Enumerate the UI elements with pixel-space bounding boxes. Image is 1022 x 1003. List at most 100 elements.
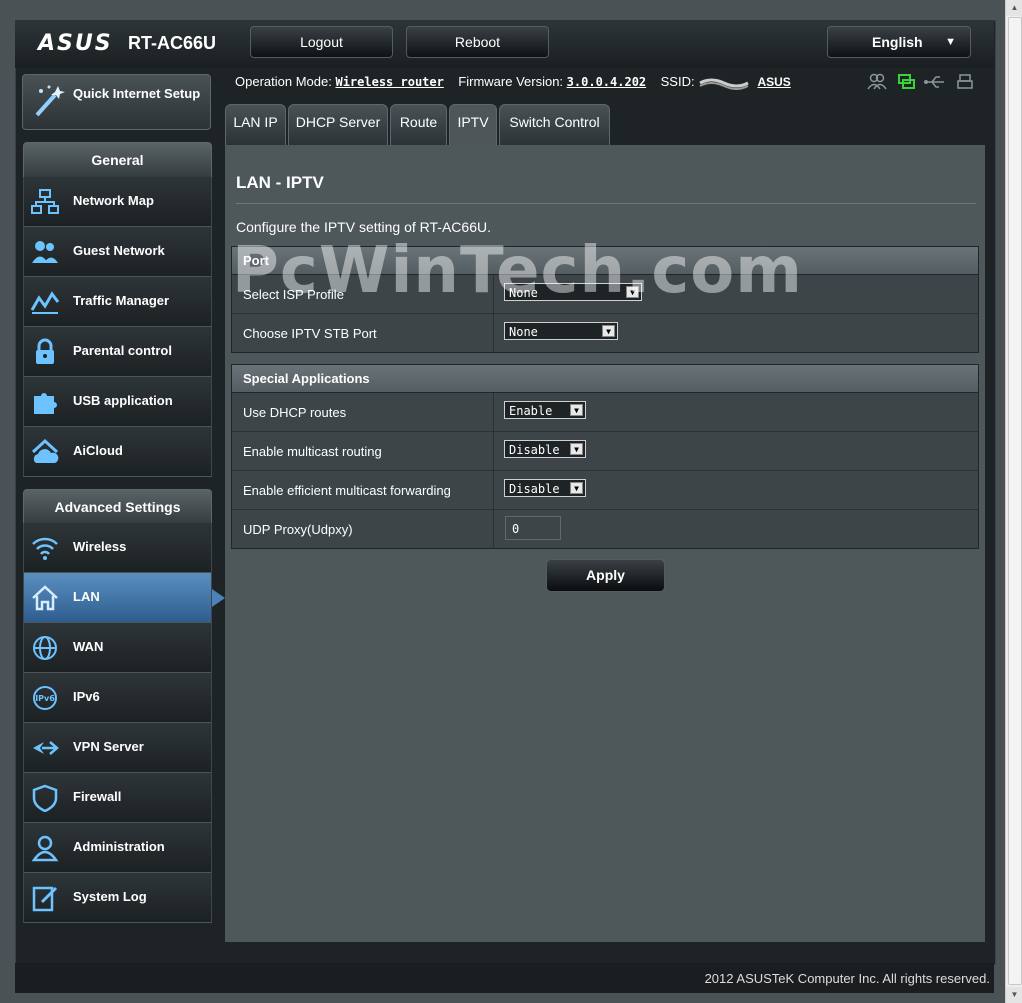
column-divider (493, 510, 494, 548)
sidebar-item-usb-application[interactable]: USB application (23, 377, 212, 427)
ssid-link[interactable]: ASUS (757, 75, 790, 89)
row-label: Enable multicast routing (243, 444, 382, 459)
column-divider (493, 393, 494, 431)
row-label: Choose IPTV STB Port (243, 326, 377, 341)
tab-route[interactable]: Route (390, 104, 447, 145)
select-value: Disable (509, 482, 560, 496)
special-applications-table: Special Applications Use DHCP routes Ena… (231, 364, 979, 549)
sidebar-item-lan[interactable]: LAN (23, 573, 225, 623)
magic-wand-icon (35, 85, 65, 117)
page-description: Configure the IPTV setting of RT-AC66U. (236, 219, 491, 235)
sidebar-item-system-log[interactable]: System Log (23, 873, 212, 923)
sidebar-item-network-map[interactable]: Network Map (23, 177, 212, 227)
chevron-down-icon: ▼ (945, 36, 956, 48)
sidebar-item-label: Administration (73, 839, 165, 854)
sidebar-item-label: USB application (73, 393, 173, 408)
column-divider (493, 471, 494, 509)
cloud-icon (31, 438, 59, 463)
op-mode-link[interactable]: Wireless router (335, 75, 443, 89)
reboot-button[interactable]: Reboot (406, 26, 549, 58)
multicast-routing-select[interactable]: Disable ▼ (504, 440, 586, 458)
sidebar-item-label: Parental control (73, 343, 172, 358)
general-section-title: General (23, 142, 212, 178)
shield-icon (32, 784, 58, 812)
scroll-down-icon[interactable]: ▼ (1006, 987, 1022, 1003)
column-divider (493, 314, 494, 352)
row-label: Enable efficient multicast forwarding (243, 483, 451, 498)
printer-icon (957, 74, 973, 89)
row-label: Use DHCP routes (243, 405, 347, 420)
sidebar-item-label: WAN (73, 639, 104, 654)
internet-connected-icon (898, 74, 915, 89)
efficient-multicast-select[interactable]: Disable ▼ (504, 479, 586, 497)
admin-icon (31, 835, 59, 862)
clients-icon (867, 73, 887, 90)
sidebar-item-label: Wireless (73, 539, 127, 554)
svg-text:IPv6: IPv6 (35, 694, 55, 703)
firmware-link[interactable]: 3.0.0.4.202 (567, 75, 646, 89)
sidebar-item-wireless[interactable]: Wireless (23, 523, 212, 573)
tab-dhcp-server[interactable]: DHCP Server (288, 104, 388, 145)
network-map-icon (31, 189, 59, 214)
tab-switch-control[interactable]: Switch Control (499, 104, 610, 145)
select-value: Disable (509, 443, 560, 457)
usb-icon (924, 76, 944, 88)
firmware-label: Firmware Version: (458, 74, 564, 89)
tab-iptv[interactable]: IPTV (449, 104, 497, 145)
sidebar-item-label: Traffic Manager (73, 293, 170, 308)
traffic-manager-icon (30, 291, 60, 314)
globe-icon (33, 636, 57, 660)
wifi-icon (32, 537, 58, 560)
watermark: PcWinTech.com (232, 234, 803, 308)
dropdown-arrow-icon: ▼ (570, 482, 583, 494)
title-divider (236, 203, 976, 204)
language-select[interactable]: English ▼ (827, 26, 971, 58)
ssid-label: SSID: (660, 74, 695, 89)
status-line: Operation Mode: Wireless router Firmware… (235, 74, 791, 90)
select-value: Enable (509, 404, 553, 418)
sidebar-item-administration[interactable]: Administration (23, 823, 212, 873)
guest-network-icon (32, 241, 58, 263)
sidebar-item-parental-control[interactable]: Parental control (23, 327, 212, 377)
table-row: Enable efficient multicast forwarding Di… (232, 471, 978, 510)
table-row: Enable multicast routing Disable ▼ (232, 432, 978, 471)
udpxy-port-input[interactable]: 0 (505, 516, 561, 540)
ipv6-icon: IPv6 (33, 686, 57, 710)
vertical-scrollbar[interactable]: ▲ ▼ (1005, 0, 1022, 1003)
table-row: Use DHCP routes Enable ▼ (232, 393, 978, 432)
puzzle-icon (34, 393, 57, 414)
sidebar-item-label: AiCloud (73, 443, 123, 458)
sidebar-item-wan[interactable]: WAN (23, 623, 212, 673)
quick-internet-setup-button[interactable]: Quick Internet Setup (22, 74, 211, 130)
sidebar-item-aicloud[interactable]: AiCloud (23, 427, 212, 477)
dropdown-arrow-icon: ▼ (602, 325, 615, 337)
sidebar-item-vpn-server[interactable]: VPN Server (23, 723, 212, 773)
apply-button[interactable]: Apply (546, 559, 665, 592)
row-label: UDP Proxy(Udpxy) (243, 522, 353, 537)
model-name: RT-AC66U (128, 33, 217, 53)
sidebar-item-label: LAN (73, 589, 100, 604)
quick-setup-label: Quick Internet Setup (73, 86, 201, 101)
dhcp-routes-select[interactable]: Enable ▼ (504, 401, 586, 419)
tab-lan-ip[interactable]: LAN IP (225, 104, 286, 145)
footer: 2012 ASUSTeK Computer Inc. All rights re… (15, 963, 994, 993)
sidebar-item-ipv6[interactable]: IPv6 IPv6 (23, 673, 212, 723)
ssid-wave-icon (699, 78, 749, 90)
table-row: UDP Proxy(Udpxy) 0 (232, 510, 978, 548)
logout-button[interactable]: Logout (250, 26, 393, 58)
table-row: Choose IPTV STB Port None ▼ (232, 314, 978, 352)
sidebar-item-label: IPv6 (73, 689, 100, 704)
sidebar-item-guest-network[interactable]: Guest Network (23, 227, 212, 277)
iptv-stb-port-select[interactable]: None ▼ (504, 322, 618, 340)
sidebar-item-label: Firewall (73, 789, 122, 804)
scrollbar-thumb[interactable] (1008, 17, 1022, 985)
asus-logo: ASUS (38, 31, 113, 56)
sidebar-item-traffic-manager[interactable]: Traffic Manager (23, 277, 212, 327)
dropdown-arrow-icon: ▼ (570, 404, 583, 416)
advanced-settings-title: Advanced Settings (23, 489, 212, 525)
lock-icon (36, 338, 54, 364)
sidebar-item-firewall[interactable]: Firewall (23, 773, 212, 823)
status-icons (867, 73, 973, 90)
scroll-up-icon[interactable]: ▲ (1006, 0, 1022, 16)
sidebar-item-label: VPN Server (73, 739, 144, 754)
